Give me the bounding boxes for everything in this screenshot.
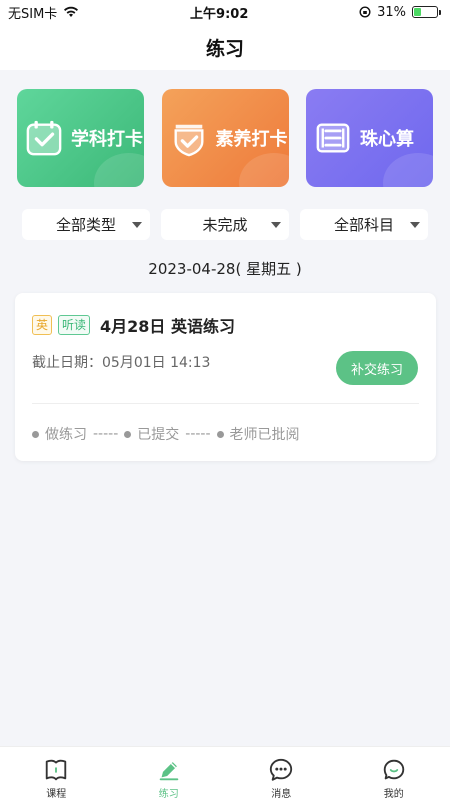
face-icon <box>383 759 404 780</box>
filter-bar: 全部类型 未完成 全部科目 <box>22 209 428 240</box>
orientation-lock-icon <box>359 6 371 18</box>
tab-messages-label: 消息 <box>271 789 292 800</box>
tab-practice[interactable]: 练习 <box>113 747 226 800</box>
page-header: 练习 <box>0 24 450 70</box>
battery-percent: 31% <box>377 4 406 20</box>
subject-tag: 英 <box>32 315 53 335</box>
literacy-checkin-label: 素养打卡 <box>215 129 288 150</box>
task-title: 4月28日 英语练习 <box>100 317 236 336</box>
filter-type-label: 全部类型 <box>55 216 116 234</box>
filter-subject-dropdown[interactable]: 全部科目 <box>300 209 428 240</box>
status-right: 31% <box>359 4 441 20</box>
tab-profile-label: 我的 <box>383 789 404 800</box>
filter-type-dropdown[interactable]: 全部类型 <box>22 209 150 240</box>
date-heading: 2023-04-28( 星期五 ) <box>148 260 302 278</box>
calendar-check-icon <box>26 120 62 156</box>
divider <box>32 403 419 404</box>
filter-status-dropdown[interactable]: 未完成 <box>161 209 289 240</box>
subject-checkin-card[interactable]: 学科打卡 <box>17 89 144 187</box>
book-icon <box>46 759 67 781</box>
step-separator: ----- <box>93 426 119 442</box>
task-card[interactable]: 英 听读 4月28日 英语练习 截止日期：05月01日 14:13 补交练习 做… <box>15 293 436 461</box>
status-time: 上午9:02 <box>190 6 249 22</box>
task-deadline: 截止日期：05月01日 14:13 <box>32 355 211 371</box>
type-tag: 听读 <box>58 315 91 335</box>
tab-profile[interactable]: 我的 <box>338 747 450 800</box>
carrier-label: 无SIM卡 <box>8 6 58 22</box>
step-dot <box>32 430 39 438</box>
step-do-exercise: 做练习 <box>45 427 87 443</box>
step-separator: ----- <box>185 426 211 442</box>
page-title: 练习 <box>205 37 244 60</box>
late-submit-button[interactable]: 补交练习 <box>336 351 418 385</box>
bottom-tab-bar: 课程 练习 消息 我的 <box>0 746 450 800</box>
shield-check-icon <box>174 124 203 157</box>
step-dot <box>124 430 132 438</box>
abacus-icon <box>316 123 350 153</box>
filter-subject-label: 全部科目 <box>333 216 394 234</box>
step-submitted: 已提交 <box>137 427 180 443</box>
caret-down-icon <box>410 222 420 228</box>
tab-courses[interactable]: 课程 <box>0 747 113 800</box>
battery-icon <box>412 6 441 18</box>
abacus-card[interactable]: 珠心算 <box>306 89 433 187</box>
abacus-label: 珠心算 <box>360 129 414 150</box>
feature-cards: 学科打卡 素养打卡 珠心算 <box>17 89 433 187</box>
wifi-icon <box>64 6 79 17</box>
status-left: 无SIM卡 <box>8 3 79 22</box>
tab-practice-label: 练习 <box>158 789 179 800</box>
caret-down-icon <box>132 222 142 228</box>
tab-courses-label: 课程 <box>46 789 67 800</box>
subject-checkin-label: 学科打卡 <box>71 129 143 150</box>
battery-fill <box>414 8 421 16</box>
literacy-checkin-card[interactable]: 素养打卡 <box>161 89 289 187</box>
chat-icon <box>270 758 293 781</box>
pencil-icon <box>159 762 179 781</box>
filter-status-label: 未完成 <box>202 216 248 234</box>
step-reviewed: 老师已批阅 <box>229 427 300 443</box>
caret-down-icon <box>271 222 281 228</box>
status-bar: 无SIM卡 上午9:02 31% <box>0 0 450 24</box>
task-header: 英 听读 4月28日 英语练习 <box>32 313 235 337</box>
step-dot <box>216 430 224 438</box>
progress-steps: 做练习 ----- 已提交 ----- 老师已批阅 <box>32 424 300 444</box>
tab-messages[interactable]: 消息 <box>225 747 338 800</box>
